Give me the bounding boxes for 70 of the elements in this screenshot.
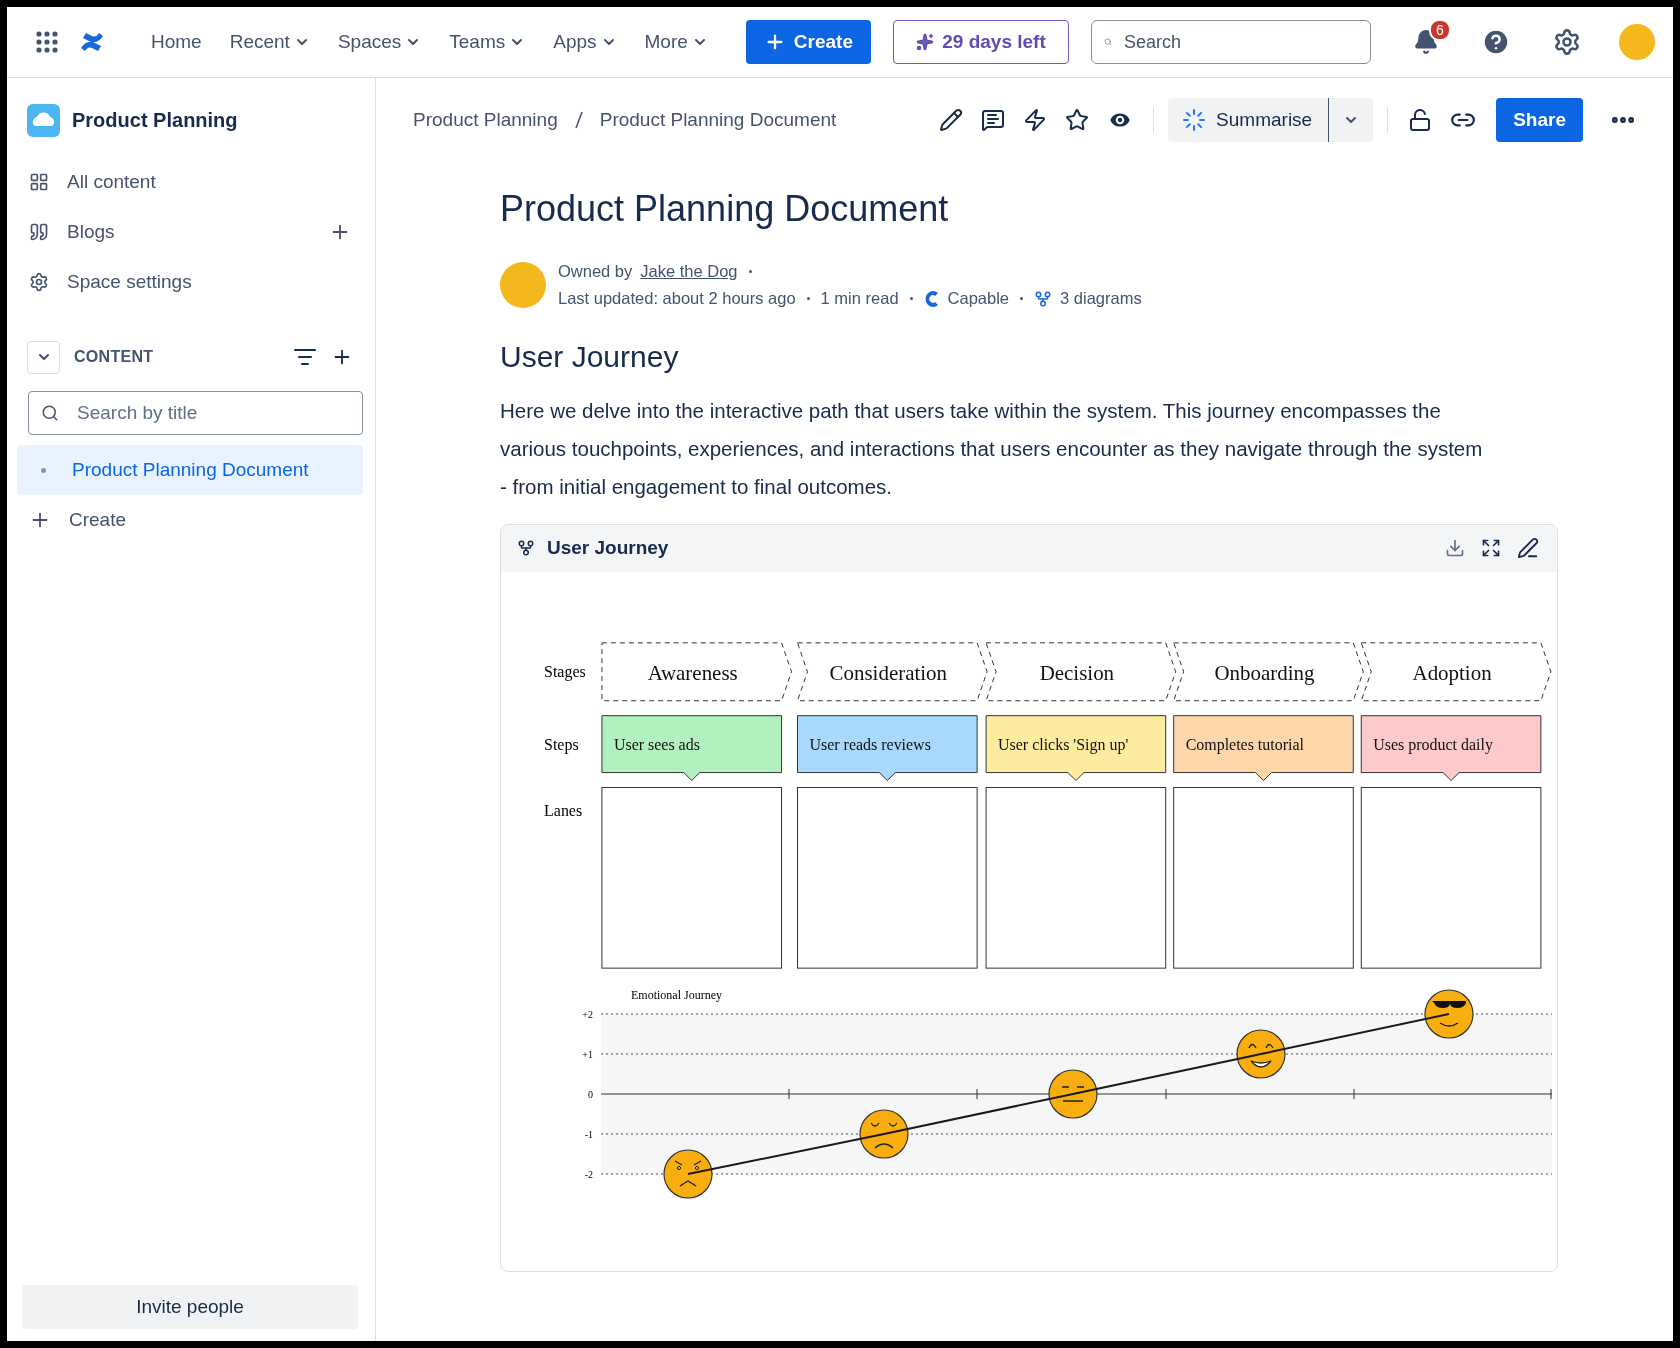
- owner-link[interactable]: Jake the Dog: [640, 262, 738, 281]
- page-tree-item[interactable]: Product Planning Document: [17, 445, 363, 495]
- read-time-text: 1 min read: [820, 289, 899, 308]
- y-tick-label: +1: [582, 1049, 593, 1060]
- sparkle-icon: [916, 33, 935, 51]
- y-tick-label: 0: [588, 1089, 593, 1100]
- sidebar-item[interactable]: All content: [17, 157, 363, 207]
- nav-menu-item[interactable]: Apps: [543, 23, 627, 61]
- paragraph: Here we delve into the interactive path that users take within the system. This journey encompasses the various touchpoints, experiences, and interactions that users encounter as they navigate through the system - from initial engagement to final outcomes.: [500, 398, 1484, 500]
- search-icon: [41, 404, 59, 422]
- search-field[interactable]: Search: [1091, 20, 1371, 64]
- create-label: Create: [69, 509, 128, 531]
- nav-menu-item[interactable]: More: [634, 23, 718, 61]
- row-label: Lanes: [544, 802, 583, 820]
- share-button[interactable]: Share: [1496, 98, 1583, 142]
- step-callout: Uses product daily: [1360, 715, 1542, 781]
- app-logo-icon: [923, 289, 940, 308]
- step-callout: User sees ads: [601, 715, 783, 781]
- stage-arrow: Consideration: [797, 642, 988, 702]
- bullet-icon: [41, 467, 46, 473]
- title-search-input[interactable]: Search by title: [75, 401, 350, 425]
- diagram-count: 3 diagrams: [1060, 289, 1142, 308]
- step-callout: User clicks 'Sign up': [985, 715, 1167, 781]
- space-logo-icon: [27, 103, 60, 137]
- sidebar-item-label: Blogs: [67, 221, 116, 243]
- app-name: Capable: [947, 289, 1010, 308]
- y-tick-label: -1: [584, 1129, 593, 1140]
- sidebar-item[interactable]: Space settings: [17, 257, 363, 307]
- row-label: Steps: [544, 735, 579, 753]
- y-tick-label: +2: [582, 1009, 593, 1020]
- section-heading: User Journey: [500, 340, 680, 374]
- create-link[interactable]: Create: [17, 495, 363, 545]
- diagram-icon: [1034, 289, 1053, 308]
- sidebar-item-label: Space settings: [67, 271, 193, 293]
- sidebar-item-label: All content: [67, 171, 157, 193]
- y-tick-label: -2: [584, 1169, 593, 1180]
- search-input[interactable]: Search: [1122, 30, 1358, 54]
- grid-icon: [29, 172, 49, 192]
- invite-button[interactable]: Invite people: [22, 1285, 358, 1329]
- quote-icon: [29, 222, 49, 242]
- space-name: Product Planning: [72, 108, 238, 132]
- stage-arrow: Adoption: [1360, 642, 1552, 702]
- diagram-title: User Journey: [547, 537, 670, 560]
- owner-avatar: [500, 262, 546, 308]
- spinner-icon: [1182, 108, 1207, 132]
- breadcrumb-separator-icon: [573, 110, 584, 130]
- page-title: Product Planning Document: [500, 188, 950, 230]
- nav-menu-item[interactable]: Home: [141, 23, 212, 61]
- trial-button[interactable]: 29 days left: [893, 20, 1069, 64]
- sidebar-item[interactable]: Blogs: [17, 207, 363, 257]
- create-button[interactable]: Create: [745, 20, 871, 64]
- stage-arrow: Decision: [985, 642, 1177, 702]
- nav-menu-item[interactable]: Spaces: [327, 23, 432, 61]
- row-label: Stages: [544, 662, 586, 680]
- step-callout: Completes tutorial: [1173, 715, 1354, 781]
- last-updated-text: Last updated: about 2 hours ago: [558, 289, 796, 308]
- owned-by-label: Owned by: [558, 262, 633, 281]
- step-callout: User reads reviews: [797, 715, 978, 781]
- breadcrumb-link[interactable]: Product Planning Document: [599, 109, 837, 131]
- chart-title: Emotional Journey: [631, 988, 722, 1002]
- section-label: CONTENT: [74, 348, 155, 366]
- notification-count: 6: [1429, 19, 1451, 41]
- title-search-field[interactable]: Search by title: [28, 391, 363, 435]
- diagram-icon: [517, 539, 535, 558]
- nav-menu-item[interactable]: Teams: [439, 23, 536, 61]
- settings-icon: [29, 272, 49, 292]
- stage-arrow: Onboarding: [1173, 642, 1364, 702]
- breadcrumb-link[interactable]: Product Planning: [413, 109, 558, 131]
- nav-menu-item[interactable]: Recent: [219, 23, 320, 61]
- section-toggle[interactable]: [27, 340, 60, 374]
